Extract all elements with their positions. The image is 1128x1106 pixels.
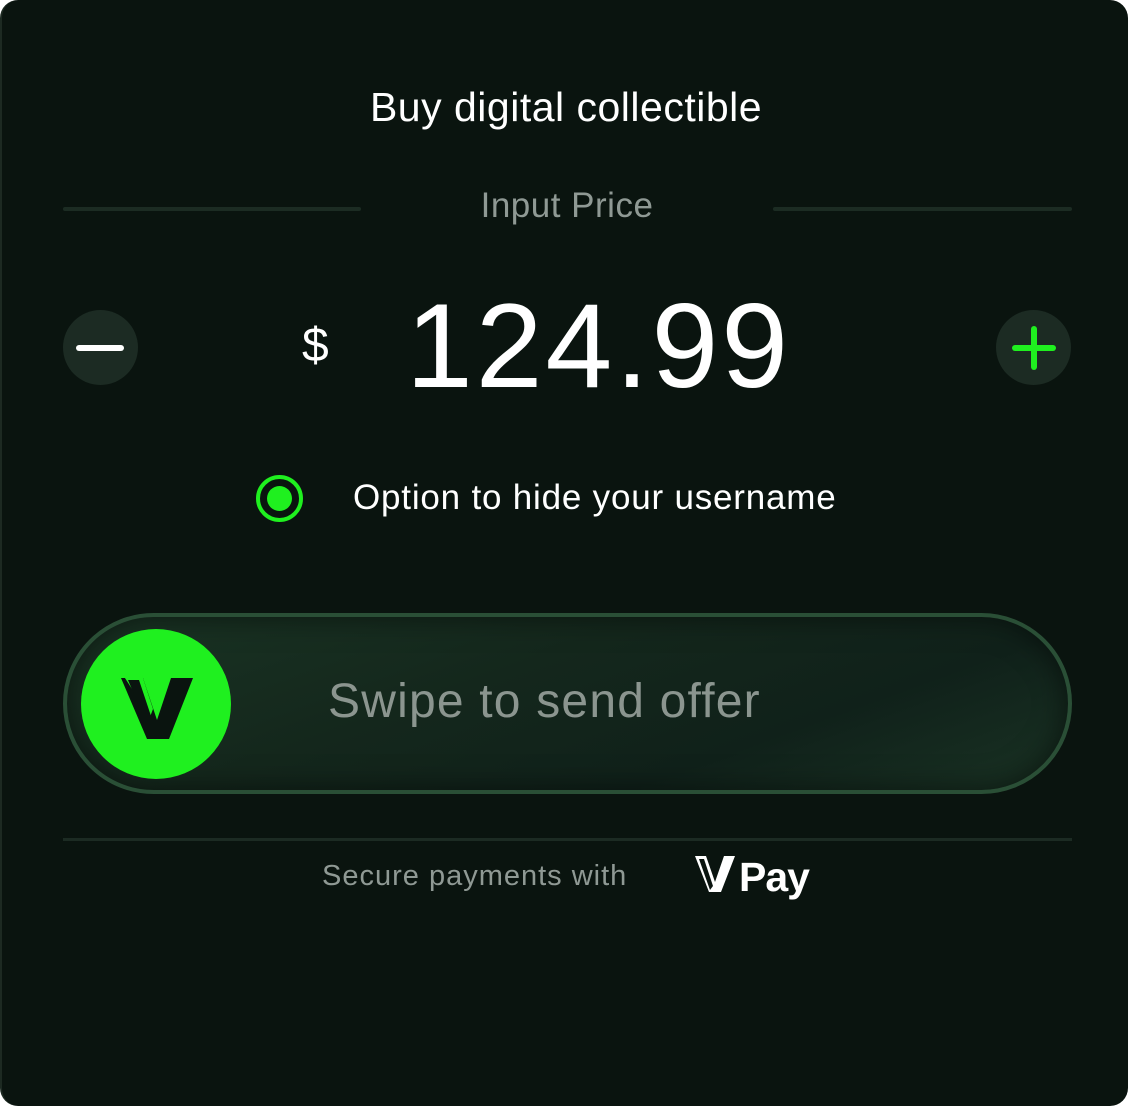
minus-icon bbox=[76, 345, 124, 351]
v-logo-icon bbox=[121, 675, 193, 739]
increase-price-button[interactable] bbox=[996, 310, 1071, 385]
plus-icon bbox=[1012, 326, 1056, 370]
price-amount[interactable]: 124.99 bbox=[406, 276, 791, 416]
price-label: Input Price bbox=[480, 186, 654, 225]
decrease-price-button[interactable] bbox=[63, 310, 138, 385]
currency-symbol: $ bbox=[302, 319, 329, 372]
price-label-divider-left bbox=[63, 207, 361, 211]
swipe-knob[interactable] bbox=[81, 629, 231, 779]
hide-username-label[interactable]: Option to hide your username bbox=[353, 478, 837, 518]
price-label-divider-right bbox=[773, 207, 1072, 211]
vpay-v-icon bbox=[695, 856, 735, 892]
swipe-label: Swipe to send offer bbox=[328, 675, 761, 728]
footer-divider bbox=[63, 838, 1072, 841]
vpay-brand-name: Pay bbox=[739, 854, 810, 900]
buy-dialog: Buy digital collectible Input Price $ 12… bbox=[0, 0, 1128, 1106]
hide-username-radio[interactable] bbox=[255, 474, 304, 523]
radio-selected-icon bbox=[256, 475, 303, 522]
dialog-title: Buy digital collectible bbox=[369, 84, 763, 130]
secure-payments-text: Secure payments with bbox=[322, 860, 628, 892]
